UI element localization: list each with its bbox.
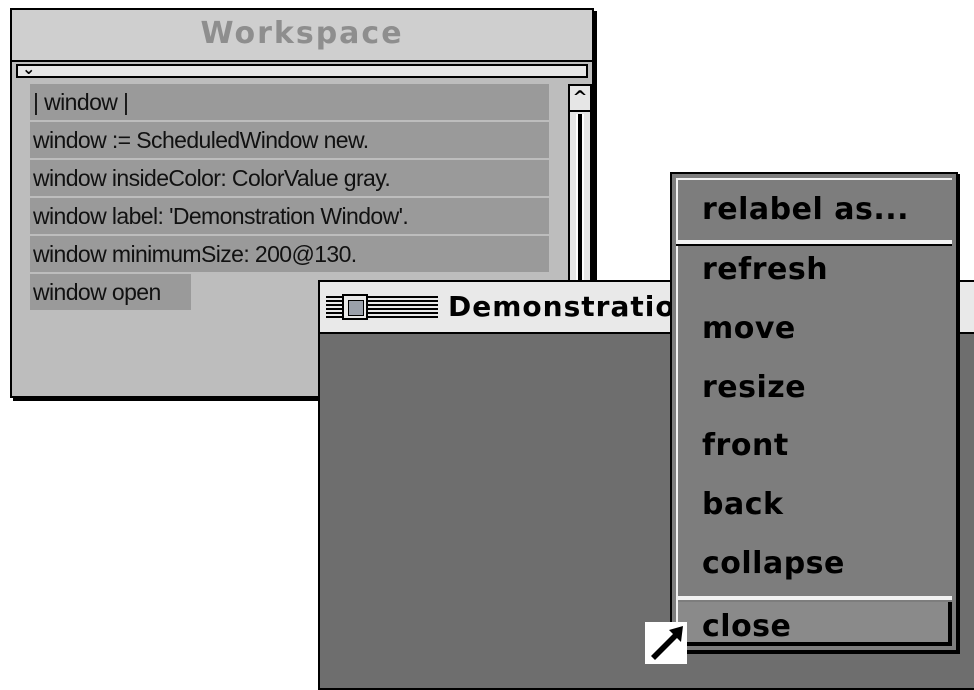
menu-highlight-edge — [676, 596, 952, 600]
menu-item-relabel[interactable]: relabel as... — [702, 190, 909, 230]
menu-item-resize[interactable]: resize — [702, 368, 806, 408]
code-line: window minimumSize: 200@130. — [30, 236, 549, 272]
code-line: window := ScheduledWindow new. — [30, 122, 549, 158]
code-line: window open — [30, 274, 191, 310]
close-box-icon[interactable] — [342, 294, 368, 320]
code-line: window insideColor: ColorValue gray. — [30, 160, 549, 196]
menu-item-back[interactable]: back — [702, 485, 783, 525]
scroll-up-arrow-icon[interactable]: ^ — [570, 86, 590, 112]
menu-divider — [676, 240, 952, 246]
workspace-menu-bar[interactable]: ⌄ — [16, 59, 588, 78]
menu-item-refresh[interactable]: refresh — [702, 250, 828, 290]
code-line: | window | — [30, 84, 549, 120]
mouse-pointer-icon — [645, 622, 687, 664]
menu-item-move[interactable]: move — [702, 309, 796, 349]
workspace-title-bar[interactable]: Workspace — [12, 10, 592, 62]
workspace-title: Workspace — [200, 16, 404, 51]
chevron-down-icon[interactable]: ⌄ — [22, 59, 35, 78]
code-line: window label: 'Demonstration Window'. — [30, 198, 549, 234]
demonstration-title: Demonstratio — [448, 282, 682, 332]
menu-item-close[interactable]: close — [702, 607, 791, 647]
menu-item-front[interactable]: front — [702, 426, 789, 466]
menu-item-collapse[interactable]: collapse — [702, 544, 845, 584]
window-popup-menu[interactable]: relabel as... refresh move resize front … — [670, 172, 958, 652]
